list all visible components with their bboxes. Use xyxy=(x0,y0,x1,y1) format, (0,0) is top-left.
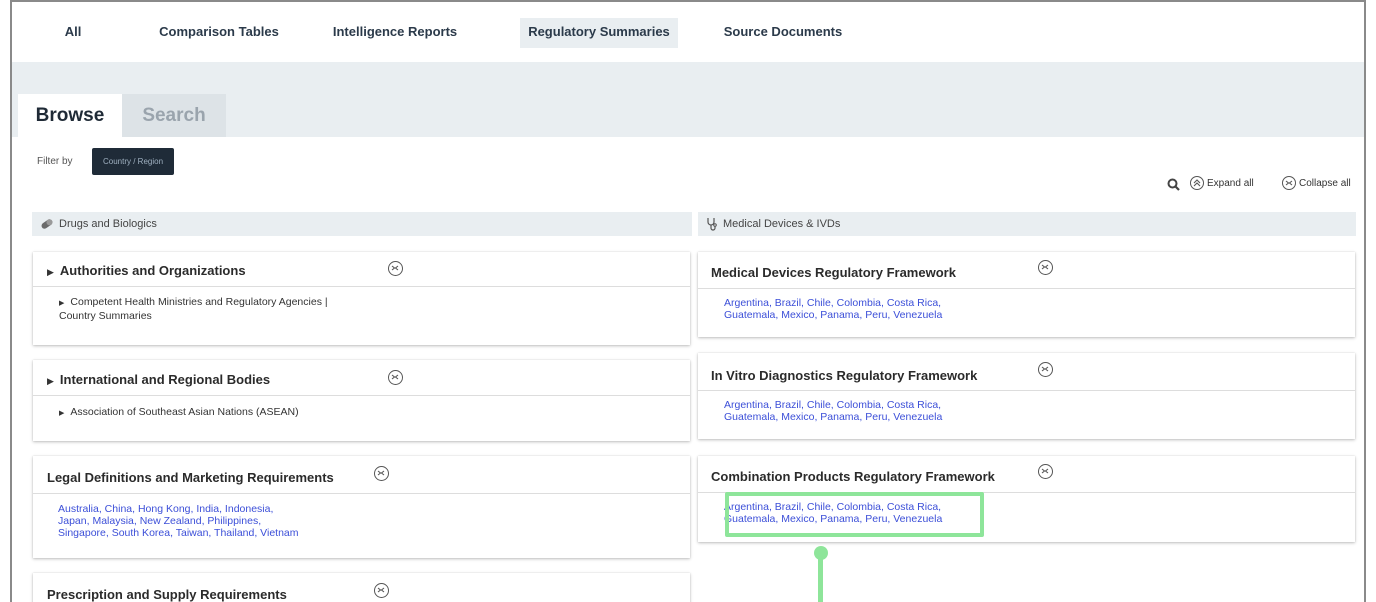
section-header-drugs: Drugs and Biologics xyxy=(32,212,692,236)
card-prescription-supply: Prescription and Supply Requirements xyxy=(33,573,690,602)
country-region-filter-button[interactable]: Country / Region xyxy=(92,148,174,175)
section-header-devices: Medical Devices & IVDs xyxy=(698,212,1356,236)
subtab-search[interactable]: Search xyxy=(122,94,226,137)
subtab-browse[interactable]: Browse xyxy=(18,94,122,137)
section-title: Drugs and Biologics xyxy=(59,218,157,230)
card-title[interactable]: Combination Products Regulatory Framewor… xyxy=(711,469,995,484)
search-tool[interactable] xyxy=(1167,178,1180,191)
list-item[interactable]: ▶ Competent Health Ministries and Regulat… xyxy=(59,296,349,322)
collapse-icon xyxy=(1282,176,1296,190)
tab-source-documents[interactable]: Source Documents xyxy=(718,18,848,48)
highlight-box xyxy=(725,492,984,537)
card-title[interactable]: Medical Devices Regulatory Framework xyxy=(711,265,956,280)
collapse-icon[interactable] xyxy=(374,466,389,481)
list-item[interactable]: ▶ Association of Southeast Asian Nations … xyxy=(59,406,459,420)
collapse-all-button[interactable]: Collapse all xyxy=(1282,176,1351,190)
links-line[interactable]: Argentina, Brazil, Chile, Colombia, Cost… xyxy=(724,297,994,309)
card-legal-definitions: Legal Definitions and Marketing Requirem… xyxy=(33,456,690,558)
pointer-line xyxy=(818,558,823,602)
tab-comparison-tables[interactable]: Comparison Tables xyxy=(152,18,286,48)
app-frame: All Comparison Tables Intelligence Repor… xyxy=(10,0,1366,602)
card-title[interactable]: Legal Definitions and Marketing Requirem… xyxy=(47,470,334,485)
collapse-icon[interactable] xyxy=(388,370,403,385)
card-medical-devices-framework: Medical Devices Regulatory Framework Arg… xyxy=(698,252,1355,337)
search-icon[interactable] xyxy=(1167,178,1180,191)
card-authorities: ▶ Authorities and Organizations ▶ Competen… xyxy=(33,252,690,345)
links-line[interactable]: Guatemala, Mexico, Panama, Peru, Venezue… xyxy=(724,411,994,423)
collapse-icon[interactable] xyxy=(388,261,403,276)
links-line[interactable]: Singapore, South Korea, Taiwan, Thailand… xyxy=(58,527,358,539)
card-title[interactable]: ▶ International and Regional Bodies xyxy=(47,372,270,387)
links-line[interactable]: Argentina, Brazil, Chile, Colombia, Cost… xyxy=(724,399,994,411)
expand-all-button[interactable]: Expand all xyxy=(1190,176,1254,190)
section-title: Medical Devices & IVDs xyxy=(723,218,841,230)
card-title[interactable]: In Vitro Diagnostics Regulatory Framewor… xyxy=(711,368,977,383)
links-line[interactable]: Australia, China, Hong Kong, India, Indo… xyxy=(58,503,358,515)
tab-regulatory-summaries[interactable]: Regulatory Summaries xyxy=(520,18,678,48)
tab-intelligence-reports[interactable]: Intelligence Reports xyxy=(318,18,472,48)
pill-icon xyxy=(40,218,54,230)
stethoscope-icon xyxy=(706,217,718,231)
tab-all[interactable]: All xyxy=(50,18,96,48)
card-title[interactable]: ▶ Authorities and Organizations xyxy=(47,263,246,278)
country-links[interactable]: Argentina, Brazil, Chile, Colombia, Cost… xyxy=(724,399,994,423)
collapse-all-label: Collapse all xyxy=(1299,177,1351,189)
country-links[interactable]: Argentina, Brazil, Chile, Colombia, Cost… xyxy=(724,297,994,321)
links-line[interactable]: Japan, Malaysia, New Zealand, Philippine… xyxy=(58,515,358,527)
collapse-icon[interactable] xyxy=(374,583,389,598)
card-international-bodies: ▶ International and Regional Bodies ▶ Asso… xyxy=(33,360,690,441)
collapse-icon[interactable] xyxy=(1038,260,1053,275)
collapse-icon[interactable] xyxy=(1038,464,1053,479)
country-links[interactable]: Australia, China, Hong Kong, India, Indo… xyxy=(58,503,358,539)
top-nav: All Comparison Tables Intelligence Repor… xyxy=(12,2,1364,62)
expand-all-label: Expand all xyxy=(1207,177,1254,189)
card-ivd-framework: In Vitro Diagnostics Regulatory Framewor… xyxy=(698,353,1355,439)
card-title[interactable]: Prescription and Supply Requirements xyxy=(47,587,287,602)
links-line[interactable]: Guatemala, Mexico, Panama, Peru, Venezue… xyxy=(724,309,994,321)
filter-label: Filter by xyxy=(37,156,73,167)
collapse-icon[interactable] xyxy=(1038,362,1053,377)
expand-icon xyxy=(1190,176,1204,190)
